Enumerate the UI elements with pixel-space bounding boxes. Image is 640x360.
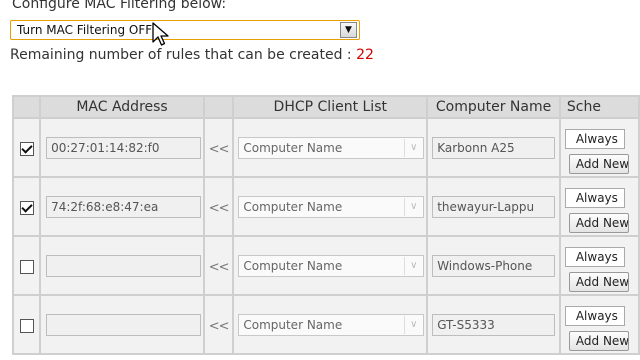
dhcp-client-value: Computer Name xyxy=(243,317,343,332)
table-row: << Computer Name ∨ GT-S5333 Always Add New xyxy=(14,296,638,353)
table-row: 00:27:01:14:82:f0 << Computer Name ∨ Karb… xyxy=(14,119,638,176)
mac-filter-mode-value: Turn MAC Filtering OFF xyxy=(17,23,153,37)
table-row: << Computer Name ∨ Windows-Phone Always Ad… xyxy=(14,237,638,294)
header-copy xyxy=(204,97,233,117)
remaining-rules-text: Remaining number of rules that can be cr… xyxy=(10,47,374,63)
mac-address-input[interactable]: 00:27:01:14:82:f0 xyxy=(46,136,202,159)
remaining-rules-count: 22 xyxy=(356,47,374,63)
chevron-down-icon[interactable]: ∨ xyxy=(404,197,422,216)
add-new-schedule-button[interactable]: Add New xyxy=(568,154,629,174)
chevron-down-icon[interactable]: ∨ xyxy=(404,315,422,334)
dhcp-client-select[interactable]: Computer Name ∨ xyxy=(238,313,425,336)
computer-name-input[interactable]: Windows-Phone xyxy=(432,254,556,277)
dhcp-client-select[interactable]: Computer Name ∨ xyxy=(238,254,425,277)
section-heading: Configure MAC Filtering below: xyxy=(12,0,227,12)
enable-checkbox[interactable] xyxy=(19,318,34,333)
schedule-select[interactable]: Always xyxy=(564,306,625,326)
enable-checkbox[interactable] xyxy=(19,200,34,215)
enable-checkbox[interactable] xyxy=(19,141,34,156)
computer-name-input[interactable]: thewayur-Lappu xyxy=(432,195,556,218)
schedule-select[interactable]: Always xyxy=(564,129,625,149)
header-dhcp-client-list: DHCP Client List xyxy=(234,97,427,117)
header-enable xyxy=(14,97,40,117)
copy-button[interactable]: << xyxy=(209,319,230,334)
mac-address-input[interactable] xyxy=(46,313,202,336)
dhcp-client-value: Computer Name xyxy=(243,258,343,273)
dhcp-client-value: Computer Name xyxy=(243,199,343,214)
header-computer-name: Computer Name xyxy=(428,97,559,117)
dhcp-client-select[interactable]: Computer Name ∨ xyxy=(238,136,425,159)
mouse-pointer-icon xyxy=(152,22,169,46)
schedule-select[interactable]: Always xyxy=(564,188,625,208)
computer-name-input[interactable]: Karbonn A25 xyxy=(432,136,556,159)
add-new-schedule-button[interactable]: Add New xyxy=(568,272,629,292)
mac-filter-mode-select[interactable]: Turn MAC Filtering OFF ▼ xyxy=(10,20,360,40)
chevron-down-icon[interactable]: ▼ xyxy=(340,22,357,38)
chevron-down-icon[interactable]: ∨ xyxy=(404,256,422,275)
mac-address-input[interactable] xyxy=(46,254,202,277)
add-new-schedule-button[interactable]: Add New xyxy=(568,213,629,233)
add-new-schedule-button[interactable]: Add New xyxy=(568,331,629,351)
table-header-row: MAC Address DHCP Client List Computer Na… xyxy=(14,97,638,117)
header-mac-address: MAC Address xyxy=(41,97,203,117)
enable-checkbox[interactable] xyxy=(19,259,34,274)
computer-name-input[interactable]: GT-S5333 xyxy=(432,313,556,336)
dhcp-client-select[interactable]: Computer Name ∨ xyxy=(238,195,425,218)
schedule-select[interactable]: Always xyxy=(564,247,625,267)
mac-address-input[interactable]: 74:2f:68:e8:47:ea xyxy=(46,195,202,218)
copy-button[interactable]: << xyxy=(209,142,230,157)
dhcp-client-value: Computer Name xyxy=(243,140,343,155)
chevron-down-icon[interactable]: ∨ xyxy=(404,138,422,157)
header-schedule: Sche xyxy=(560,97,638,117)
remaining-rules-label: Remaining number of rules that can be cr… xyxy=(10,47,357,63)
copy-button[interactable]: << xyxy=(209,201,230,216)
table-row: 74:2f:68:e8:47:ea << Computer Name ∨ thew… xyxy=(14,178,638,235)
mac-filter-table: MAC Address DHCP Client List Computer Na… xyxy=(12,95,640,355)
copy-button[interactable]: << xyxy=(209,260,230,275)
